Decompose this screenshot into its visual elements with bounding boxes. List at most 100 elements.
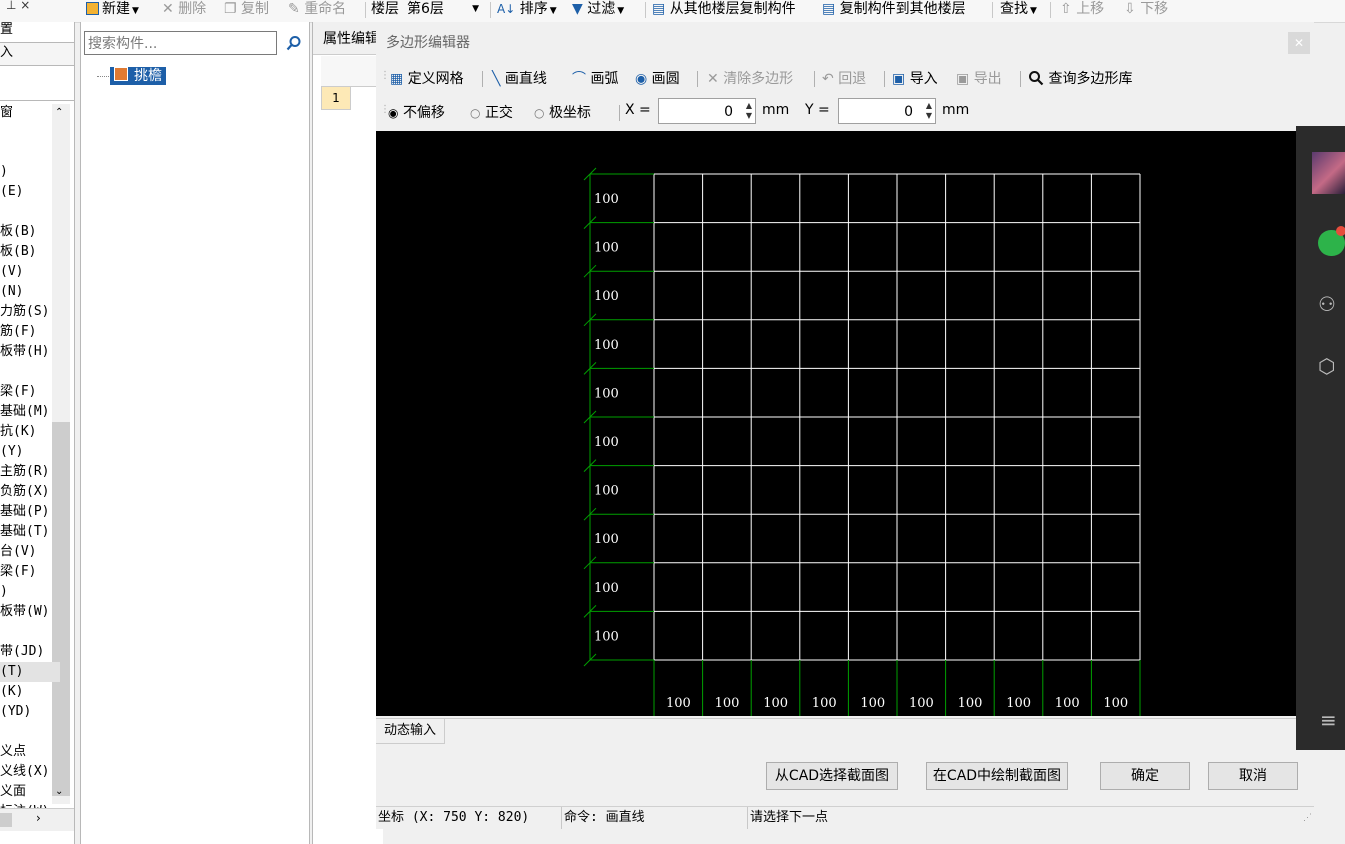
find-button[interactable]: 查找 ▼ bbox=[1000, 0, 1037, 20]
category-item[interactable]: 板(B) bbox=[0, 242, 60, 262]
category-item[interactable]: (E) bbox=[0, 182, 60, 202]
category-item[interactable]: 台(V) bbox=[0, 542, 60, 562]
sort-icon: A↓ bbox=[497, 2, 516, 16]
menu-icon[interactable]: ≡ bbox=[1320, 708, 1337, 732]
sort-button[interactable]: A↓ 排序 ▼ bbox=[497, 0, 557, 20]
draw-arc-button[interactable]: ⌒ 画弧 bbox=[572, 68, 618, 88]
undo-button[interactable]: ↶ 回退 bbox=[822, 68, 866, 88]
tab-dynamic-input[interactable]: 动态输入 bbox=[376, 719, 446, 744]
cube-icon[interactable]: ⬡ bbox=[1318, 354, 1335, 378]
category-item[interactable]: 主筋(R) bbox=[0, 462, 60, 482]
avatar[interactable] bbox=[1312, 152, 1345, 194]
rename-button[interactable]: ✎ 重命名 bbox=[288, 0, 346, 20]
category-item[interactable]: (Y) bbox=[0, 442, 60, 462]
category-item[interactable]: (V) bbox=[0, 262, 60, 282]
category-item[interactable]: 义面 bbox=[0, 782, 60, 802]
resize-grip-icon[interactable]: ⋰ bbox=[1303, 813, 1312, 823]
status-command: 命令: 画直线 bbox=[562, 807, 748, 829]
pin-icon[interactable]: ⊥ × bbox=[6, 0, 30, 16]
cancel-button[interactable]: 取消 bbox=[1208, 762, 1298, 790]
search-button[interactable] bbox=[281, 31, 307, 55]
divider bbox=[0, 100, 74, 101]
new-button[interactable]: 新建 ▼ bbox=[86, 0, 139, 20]
category-item[interactable]: 梁(F) bbox=[0, 562, 60, 582]
category-item[interactable]: (N) bbox=[0, 282, 60, 302]
category-item[interactable]: ) bbox=[0, 582, 60, 602]
category-item[interactable]: 力筋(S) bbox=[0, 302, 60, 322]
category-item[interactable]: (T) bbox=[0, 662, 60, 682]
category-item[interactable]: 基础(T) bbox=[0, 522, 60, 542]
import-button[interactable]: ▣ 导入 bbox=[892, 68, 938, 88]
coordinate-input-row: ⋮ ◉ 不偏移 ○ 正交 ○ 极坐标 X = 0 ▲ ▼ mm Y = 0 ▲ ▼ … bbox=[376, 96, 1314, 128]
category-item[interactable]: 置 bbox=[0, 20, 60, 40]
status-coordinates: 坐标 (X: 750 Y: 820) bbox=[376, 807, 562, 829]
drawing-canvas[interactable]: 100 100 100 100 100 100 100 100 100 100 100 100 100 1… bbox=[376, 131, 1296, 716]
import-icon: ▣ bbox=[892, 71, 906, 87]
category-item[interactable]: 义线(X) bbox=[0, 762, 60, 782]
draw-in-cad-button[interactable]: 在CAD中绘制截面图 bbox=[926, 762, 1068, 790]
search-input[interactable]: 搜索构件... bbox=[84, 31, 277, 55]
draw-circle-button[interactable]: ◉ 画圆 bbox=[635, 68, 680, 88]
draw-line-button[interactable]: ╲ 画直线 bbox=[492, 68, 547, 88]
define-grid-button[interactable]: ▦ 定义网格 bbox=[390, 68, 464, 88]
copy-from-floor-button[interactable]: ▤ 从其他楼层复制构件 bbox=[652, 0, 796, 20]
property-tab-strip: 属性编辑 bbox=[313, 22, 383, 55]
property-panel: 属性编辑 1 bbox=[312, 22, 383, 844]
radio-polar[interactable]: ○ 极坐标 bbox=[534, 102, 591, 122]
copy-to-floor-button[interactable]: ▤ 复制构件到其他楼层 bbox=[822, 0, 966, 20]
close-button[interactable]: ✕ bbox=[1288, 32, 1310, 54]
export-button[interactable]: ▣ 导出 bbox=[956, 68, 1002, 88]
editor-toolbar: ⋮ ▦ 定义网格 ╲ 画直线 ⌒ 画弧 ◉ 画圆 ✕ 清除多边形 ↶ 回退 ▣ … bbox=[376, 62, 1314, 94]
category-item[interactable]: 梁(F) bbox=[0, 382, 60, 402]
radio-checked-icon: ◉ bbox=[388, 106, 399, 120]
dimension-label: 100 bbox=[763, 696, 788, 711]
floor-select[interactable]: 第6层 ▼ bbox=[407, 0, 485, 20]
dimension-label: 100 bbox=[594, 289, 619, 304]
category-item[interactable]: 板带(W) bbox=[0, 602, 60, 622]
category-item[interactable]: ) bbox=[0, 162, 60, 182]
x-input[interactable]: 0 ▲ ▼ bbox=[658, 98, 756, 124]
spinner-icon[interactable]: ▲ ▼ bbox=[926, 101, 932, 121]
category-item[interactable]: 基础(M) bbox=[0, 402, 60, 422]
toolbar-divider bbox=[884, 71, 885, 87]
x-label: X = bbox=[625, 102, 651, 118]
category-item[interactable]: 窗 bbox=[0, 103, 60, 123]
category-item[interactable]: 带(JD) bbox=[0, 642, 60, 662]
category-item[interactable]: 负筋(X) bbox=[0, 482, 60, 502]
filter-button[interactable]: ▼ 过滤 ▼ bbox=[572, 0, 624, 20]
chevron-up-icon[interactable]: ⌃ bbox=[55, 107, 63, 118]
delete-button[interactable]: ✕ 删除 bbox=[162, 0, 206, 20]
chevron-down-icon: ▼ bbox=[472, 4, 479, 14]
category-item[interactable]: 板(B) bbox=[0, 222, 60, 242]
category-item[interactable]: 抗(K) bbox=[0, 422, 60, 442]
spinner-icon[interactable]: ▲ ▼ bbox=[746, 101, 752, 121]
move-up-button[interactable]: ⇧ 上移 bbox=[1060, 0, 1104, 20]
radio-orthogonal[interactable]: ○ 正交 bbox=[470, 102, 513, 122]
toolbar-divider bbox=[619, 105, 620, 121]
y-input[interactable]: 0 ▲ ▼ bbox=[838, 98, 936, 124]
select-from-cad-button[interactable]: 从CAD选择截面图 bbox=[766, 762, 898, 790]
category-tab[interactable]: 入 bbox=[0, 42, 74, 66]
category-item[interactable]: 板带(H) bbox=[0, 342, 60, 362]
category-item[interactable]: (YD) bbox=[0, 702, 60, 722]
category-item[interactable]: 基础(P) bbox=[0, 502, 60, 522]
category-item[interactable]: (K) bbox=[0, 682, 60, 702]
category-panel: 置 入 窗 ⌃ ⌄ ) (E) 板(B) 板(B) (V) (N) 力筋(S) 筋(F) 板带(… bbox=[0, 22, 75, 844]
radio-unchecked-icon: ○ bbox=[470, 106, 481, 120]
dimension-label: 100 bbox=[666, 696, 691, 711]
category-item[interactable]: 义点 bbox=[0, 742, 60, 762]
move-down-button[interactable]: ⇩ 下移 bbox=[1124, 0, 1168, 20]
category-item[interactable]: 筋(F) bbox=[0, 322, 60, 342]
chevron-right-icon[interactable]: › bbox=[36, 811, 41, 825]
tree-node-selected[interactable]: 挑檐 bbox=[110, 67, 166, 85]
copy-button[interactable]: ❐ 复制 bbox=[224, 0, 269, 20]
query-polygon-library-button[interactable]: 查询多边形库 bbox=[1028, 68, 1132, 88]
tab-property-editor[interactable]: 属性编辑 bbox=[323, 28, 379, 48]
grid-drawing[interactable]: 100 100 100 100 100 100 100 100 100 100 100 100 100 1… bbox=[376, 131, 1296, 716]
radio-no-offset[interactable]: ◉ 不偏移 bbox=[388, 102, 445, 122]
scrollbar-thumb[interactable] bbox=[0, 813, 12, 827]
contacts-icon[interactable]: ⚇ bbox=[1318, 292, 1336, 316]
horizontal-scrollbar[interactable]: › bbox=[0, 808, 74, 831]
clear-polygon-button[interactable]: ✕ 清除多边形 bbox=[707, 68, 793, 88]
ok-button[interactable]: 确定 bbox=[1100, 762, 1190, 790]
